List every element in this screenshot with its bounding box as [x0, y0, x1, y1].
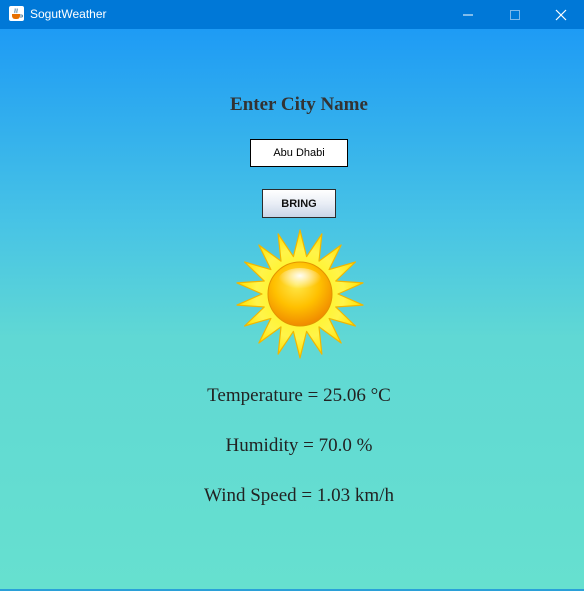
window-title: SogutWeather: [30, 7, 107, 21]
java-cup-icon: [9, 6, 24, 21]
close-button[interactable]: [538, 0, 584, 29]
app-window: SogutWeather Enter City Name BRING: [0, 0, 584, 591]
close-icon: [555, 9, 567, 20]
minimize-button[interactable]: [445, 0, 491, 29]
bring-button[interactable]: BRING: [262, 189, 336, 218]
city-input[interactable]: [250, 139, 348, 167]
city-prompt-heading: Enter City Name: [230, 94, 368, 115]
sun-icon: [236, 229, 364, 359]
wind-speed-label: Wind Speed = 1.03 km/h: [204, 485, 394, 506]
minimize-icon: [463, 14, 473, 15]
temperature-label: Temperature = 25.06 °C: [207, 385, 391, 406]
title-bar[interactable]: SogutWeather: [0, 0, 584, 29]
humidity-label: Humidity = 70.0 %: [225, 435, 373, 456]
maximize-icon: [510, 9, 520, 20]
weather-panel: Enter City Name BRING: [0, 29, 584, 591]
maximize-button[interactable]: [492, 0, 538, 29]
